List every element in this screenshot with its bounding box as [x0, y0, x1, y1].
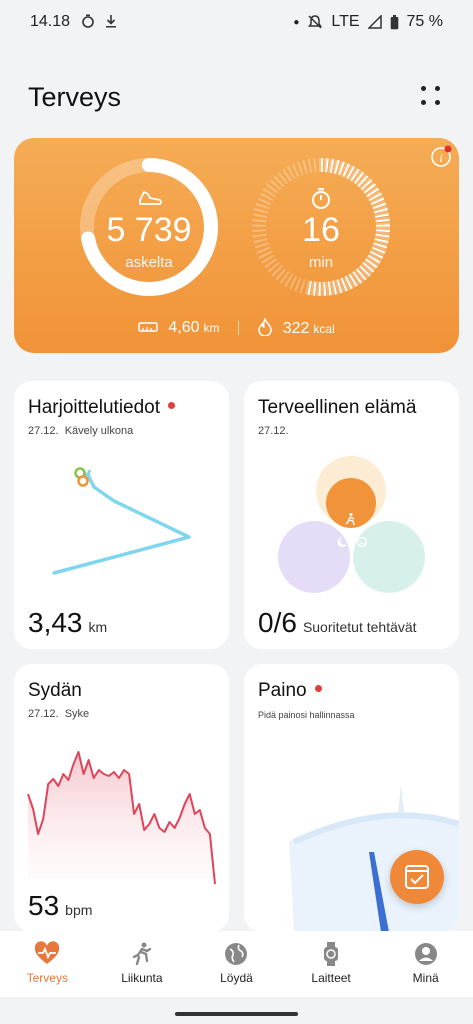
- svg-text:i: i: [439, 151, 442, 165]
- globe-icon: [225, 943, 248, 965]
- bottom-navigation: Terveys Liikunta Löydä Laitteet Minä: [0, 931, 473, 997]
- heart-card-subtitle: 27.12. Syke: [28, 708, 89, 720]
- note-edit-icon: [405, 865, 429, 889]
- dot-icon: [421, 100, 426, 105]
- flame-icon: [257, 316, 272, 337]
- weight-card[interactable]: Paino Pidä painosi hallinnassa: [244, 664, 459, 932]
- calories-unit: kcal: [313, 322, 335, 336]
- heart-card-title: Sydän: [28, 680, 82, 701]
- nav-item-liikunta[interactable]: Liikunta: [95, 931, 190, 997]
- left-petal: [278, 521, 350, 593]
- clock-text: 14.18: [30, 13, 71, 30]
- dot-icon: [435, 86, 440, 91]
- nav-label: Löydä: [220, 971, 253, 985]
- nav-label: Liikunta: [121, 971, 163, 985]
- healthy-card-title: Terveellinen elämä: [258, 397, 417, 418]
- download-icon: [105, 15, 116, 28]
- healthy-tasks-value: 0/6: [258, 607, 297, 638]
- dot-icon: [435, 100, 440, 105]
- new-badge-dot: [314, 685, 322, 692]
- mute-icon: [308, 15, 323, 29]
- timer-icon: [81, 14, 94, 28]
- heart-rate-area: [28, 752, 215, 884]
- minutes-value: 16: [302, 211, 340, 249]
- new-badge-dot: [168, 402, 176, 409]
- steps-label: askelta: [125, 254, 173, 271]
- weight-title-text: Paino: [258, 680, 307, 701]
- battery-percent: 75 %: [406, 13, 443, 30]
- heart-date: 27.12.: [28, 708, 59, 720]
- heart-icon: [35, 941, 60, 964]
- exercise-title-text: Harjoittelutiedot: [28, 397, 161, 418]
- exercise-date: 27.12.: [28, 425, 59, 437]
- distance-value: 4,60: [168, 319, 200, 336]
- weight-card-title: Paino: [258, 680, 322, 702]
- activity-rings-card[interactable]: i 5 739 askelta 16 min 4,60 km 322 kcal: [14, 138, 459, 353]
- gauge-top-marker: [398, 785, 404, 812]
- healthy-card-date: 27.12.: [258, 425, 289, 437]
- exercise-distance-value: 3,43: [28, 607, 83, 638]
- exercise-card[interactable]: Harjoittelutiedot 27.12. Kävely ulkona 3…: [14, 381, 229, 649]
- exercise-distance-unit: km: [88, 619, 108, 635]
- nav-item-laitteet[interactable]: Laitteet: [284, 931, 379, 997]
- route-map: [52, 467, 191, 575]
- exercise-card-title: Harjoittelutiedot: [28, 397, 176, 419]
- steps-value: 5 739: [106, 211, 192, 249]
- exercise-activity: Kävely ulkona: [64, 425, 134, 437]
- notification-dot-icon: ●: [293, 16, 300, 28]
- watch-icon: [324, 942, 339, 966]
- nav-label: Minä: [412, 971, 439, 985]
- distance-unit: km: [203, 321, 220, 335]
- page-title: Terveys: [28, 82, 122, 112]
- status-time: 14.18: [30, 13, 117, 31]
- route-end-marker: [77, 475, 89, 487]
- heart-metric: Syke: [64, 708, 90, 720]
- signal-icon: [367, 15, 382, 29]
- more-options-button[interactable]: [421, 86, 443, 108]
- heart-rate-unit: bpm: [65, 902, 93, 918]
- weight-card-subtitle: Pidä painosi hallinnassa: [258, 710, 355, 720]
- heart-card[interactable]: Sydän 27.12. Syke 53 bpm: [14, 664, 229, 932]
- info-icon[interactable]: i: [431, 145, 452, 167]
- healthy-tasks-diagram: [278, 456, 425, 593]
- dot-icon: [421, 86, 426, 91]
- shoe-icon: [139, 191, 162, 205]
- nav-label: Laitteet: [311, 971, 351, 985]
- nav-label: Terveys: [26, 971, 68, 985]
- stopwatch-icon: [312, 188, 330, 209]
- battery-icon: [390, 14, 398, 29]
- activity-summary: 4,60 km 322 kcal: [14, 316, 459, 338]
- minutes-label: min: [308, 254, 334, 271]
- exercise-distance: 3,43 km: [28, 607, 107, 639]
- calories-summary: 322 kcal: [257, 316, 335, 338]
- calories-value: 322: [282, 320, 310, 337]
- nav-item-mina[interactable]: Minä: [378, 931, 473, 997]
- route-line: [52, 473, 191, 575]
- gesture-bar[interactable]: [175, 1012, 298, 1016]
- distance-summary: 4,60 km: [138, 319, 220, 337]
- nav-item-terveys[interactable]: Terveys: [0, 931, 95, 997]
- heart-rate: 53 bpm: [28, 890, 92, 922]
- running-icon: [132, 942, 152, 966]
- heart-rate-value: 53: [28, 890, 60, 921]
- ruler-icon: [138, 322, 158, 332]
- status-icons: ● LTE 75 %: [293, 13, 443, 31]
- add-weight-button[interactable]: [390, 850, 444, 904]
- exercise-card-subtitle: 27.12. Kävely ulkona: [28, 425, 133, 437]
- nav-item-loyda[interactable]: Löydä: [189, 931, 284, 997]
- healthy-tasks-count: 0/6 Suoritetut tehtävät: [258, 607, 417, 639]
- right-petal: [353, 521, 425, 593]
- divider: [237, 321, 239, 335]
- person-icon: [414, 943, 437, 965]
- network-type: LTE: [331, 13, 360, 30]
- healthy-living-card[interactable]: Terveellinen elämä 27.12. 0/6 Suoritetut …: [244, 381, 459, 649]
- healthy-tasks-caption: Suoritetut tehtävät: [302, 619, 417, 635]
- heart-rate-chart: [27, 751, 216, 884]
